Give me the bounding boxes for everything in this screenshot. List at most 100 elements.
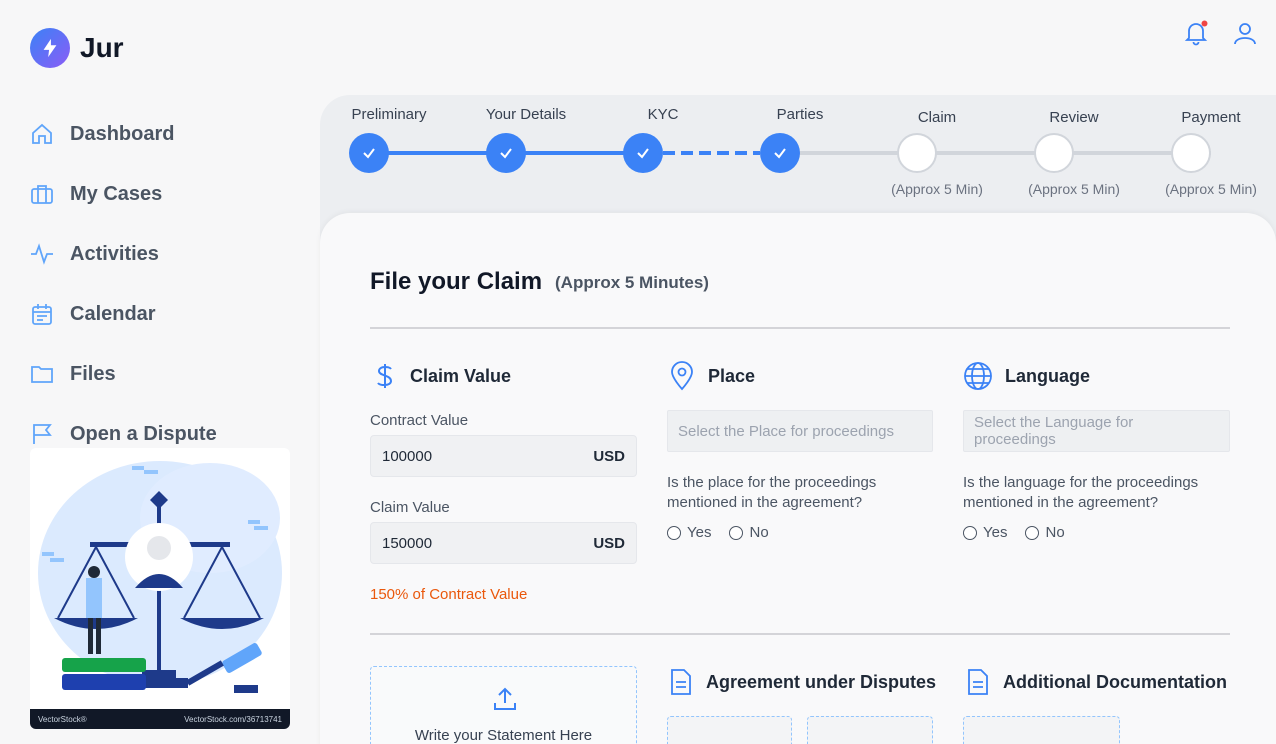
sidebar-item-calendar[interactable]: Calendar: [30, 284, 290, 344]
step-circle-preliminary[interactable]: [349, 133, 389, 173]
place-no-label: No: [749, 524, 769, 541]
claim-value-text: 150000: [382, 534, 433, 552]
justice-illustration: VectorStock® VectorStock.com/36713741: [30, 448, 290, 729]
claim-ratio-note: 150% of Contract Value: [370, 586, 528, 603]
language-header: Language: [963, 361, 1090, 391]
divider: [370, 633, 1230, 635]
step-sub-payment: (Approx 5 Min): [1165, 181, 1257, 197]
contract-value-label: Contract Value: [370, 412, 469, 429]
check-icon: [500, 148, 512, 159]
place-select[interactable]: Select the Place for proceedings: [667, 410, 933, 452]
claim-value-label: Claim Value: [370, 499, 450, 516]
step-label-kyc: KYC: [647, 106, 679, 123]
bolt-icon: [30, 28, 70, 68]
flag-icon: [30, 422, 54, 446]
place-header: Place: [668, 361, 755, 391]
step-label-claim: Claim: [917, 109, 957, 126]
step-sub-claim: (Approx 5 Min): [891, 181, 983, 197]
agreement-title: Agreement under Disputes: [706, 671, 937, 692]
step-connector-pending: [780, 151, 1211, 155]
divider: [370, 327, 1230, 329]
step-label-review: Review: [1049, 109, 1099, 126]
step-connector-dashed: [663, 151, 760, 155]
step-circle-review[interactable]: [1034, 133, 1074, 173]
globe-icon: [964, 362, 992, 390]
language-yes-label: Yes: [983, 524, 1008, 541]
statement-upload[interactable]: Write your Statement Here: [370, 666, 637, 744]
sidebar-item-activities[interactable]: Activities: [30, 224, 290, 284]
language-question: Is the language for the proceedings ment…: [963, 474, 1199, 511]
language-placeholder: Select the Language for proceedings: [974, 414, 1134, 448]
sidebar-item-dashboard[interactable]: Dashboard: [30, 104, 290, 164]
check-icon: [363, 148, 375, 159]
sidebar-item-label: Files: [70, 362, 116, 385]
language-no-label: No: [1045, 524, 1065, 541]
location-pin-icon: [671, 361, 693, 391]
sidebar-item-label: Activities: [70, 242, 159, 265]
language-yes-radio[interactable]: [963, 525, 977, 540]
language-radio-group: Yes No: [963, 524, 1077, 541]
folder-icon: [30, 362, 54, 386]
document-icon: [968, 669, 988, 695]
place-no-radio[interactable]: [729, 525, 744, 540]
watermark-bar: VectorStock® VectorStock.com/36713741: [30, 709, 290, 729]
place-yes-radio[interactable]: [667, 525, 681, 540]
contract-value-input[interactable]: 100000 USD: [370, 435, 637, 477]
bell-icon[interactable]: [1183, 20, 1209, 46]
place-placeholder: Select the Place for proceedings: [678, 422, 894, 440]
user-icon[interactable]: [1232, 20, 1258, 46]
sidebar-item-my-cases[interactable]: My Cases: [30, 164, 290, 224]
sidebar-item-label: My Cases: [70, 182, 163, 205]
sidebar-item-label: Dashboard: [70, 122, 175, 145]
app-name: Jur: [80, 32, 124, 63]
place-yes-label: Yes: [687, 524, 712, 541]
sidebar-item-label: Calendar: [70, 302, 156, 325]
step-circle-parties[interactable]: [760, 133, 800, 173]
page-title: File your Claim: [370, 268, 543, 295]
agreement-header: Agreement under Disputes: [668, 668, 936, 696]
language-no-radio[interactable]: [1025, 525, 1040, 540]
additional-upload-slot[interactable]: [963, 716, 1120, 744]
step-label-payment: Payment: [1181, 109, 1241, 126]
contract-value-text: 100000: [382, 447, 433, 465]
sidebar-item-files[interactable]: Files: [30, 344, 290, 404]
claim-value-title: Claim Value: [410, 365, 512, 386]
agreement-upload-slot[interactable]: [667, 716, 792, 744]
dollar-icon: [377, 364, 393, 388]
place-title: Place: [708, 365, 756, 386]
activity-icon: [30, 242, 54, 266]
statement-upload-label: Write your Statement Here: [414, 727, 593, 744]
language-select[interactable]: Select the Language for proceedings: [963, 410, 1230, 452]
additional-docs-title: Additional Documentation: [1003, 671, 1227, 692]
briefcase-icon: [30, 182, 54, 206]
step-circle-your-details[interactable]: [486, 133, 526, 173]
check-icon: [637, 148, 649, 159]
place-radio-group: Yes No: [667, 524, 781, 541]
step-circle-payment[interactable]: [1171, 133, 1211, 173]
sidebar-item-label: Open a Dispute: [70, 422, 217, 445]
additional-docs-header: Additional Documentation: [965, 668, 1227, 696]
currency-label: USD: [593, 447, 625, 465]
step-label-your-details: Your Details: [485, 106, 567, 123]
place-question: Is the place for the proceedings mention…: [667, 474, 877, 511]
upload-icon: [494, 687, 516, 710]
claim-value-header: Claim Value: [372, 362, 511, 390]
page-subtitle: (Approx 5 Minutes): [555, 273, 709, 292]
step-circle-kyc[interactable]: [623, 133, 663, 173]
step-label-preliminary: Preliminary: [351, 106, 427, 123]
step-circle-claim[interactable]: [897, 133, 937, 173]
step-sub-review: (Approx 5 Min): [1028, 181, 1120, 197]
home-icon: [30, 122, 54, 146]
calendar-icon: [30, 302, 54, 326]
watermark-left: VectorStock®: [38, 714, 87, 724]
watermark-right: VectorStock.com/36713741: [184, 714, 282, 724]
currency-label: USD: [593, 534, 625, 552]
claim-value-input[interactable]: 150000 USD: [370, 522, 637, 564]
document-icon: [671, 669, 691, 695]
language-title: Language: [1005, 365, 1091, 386]
sidebar-nav: Dashboard My Cases Activities Calendar F…: [30, 104, 290, 464]
step-label-parties: Parties: [776, 106, 824, 123]
agreement-upload-slot[interactable]: [807, 716, 933, 744]
check-icon: [774, 148, 786, 159]
app-logo[interactable]: Jur: [30, 28, 124, 68]
